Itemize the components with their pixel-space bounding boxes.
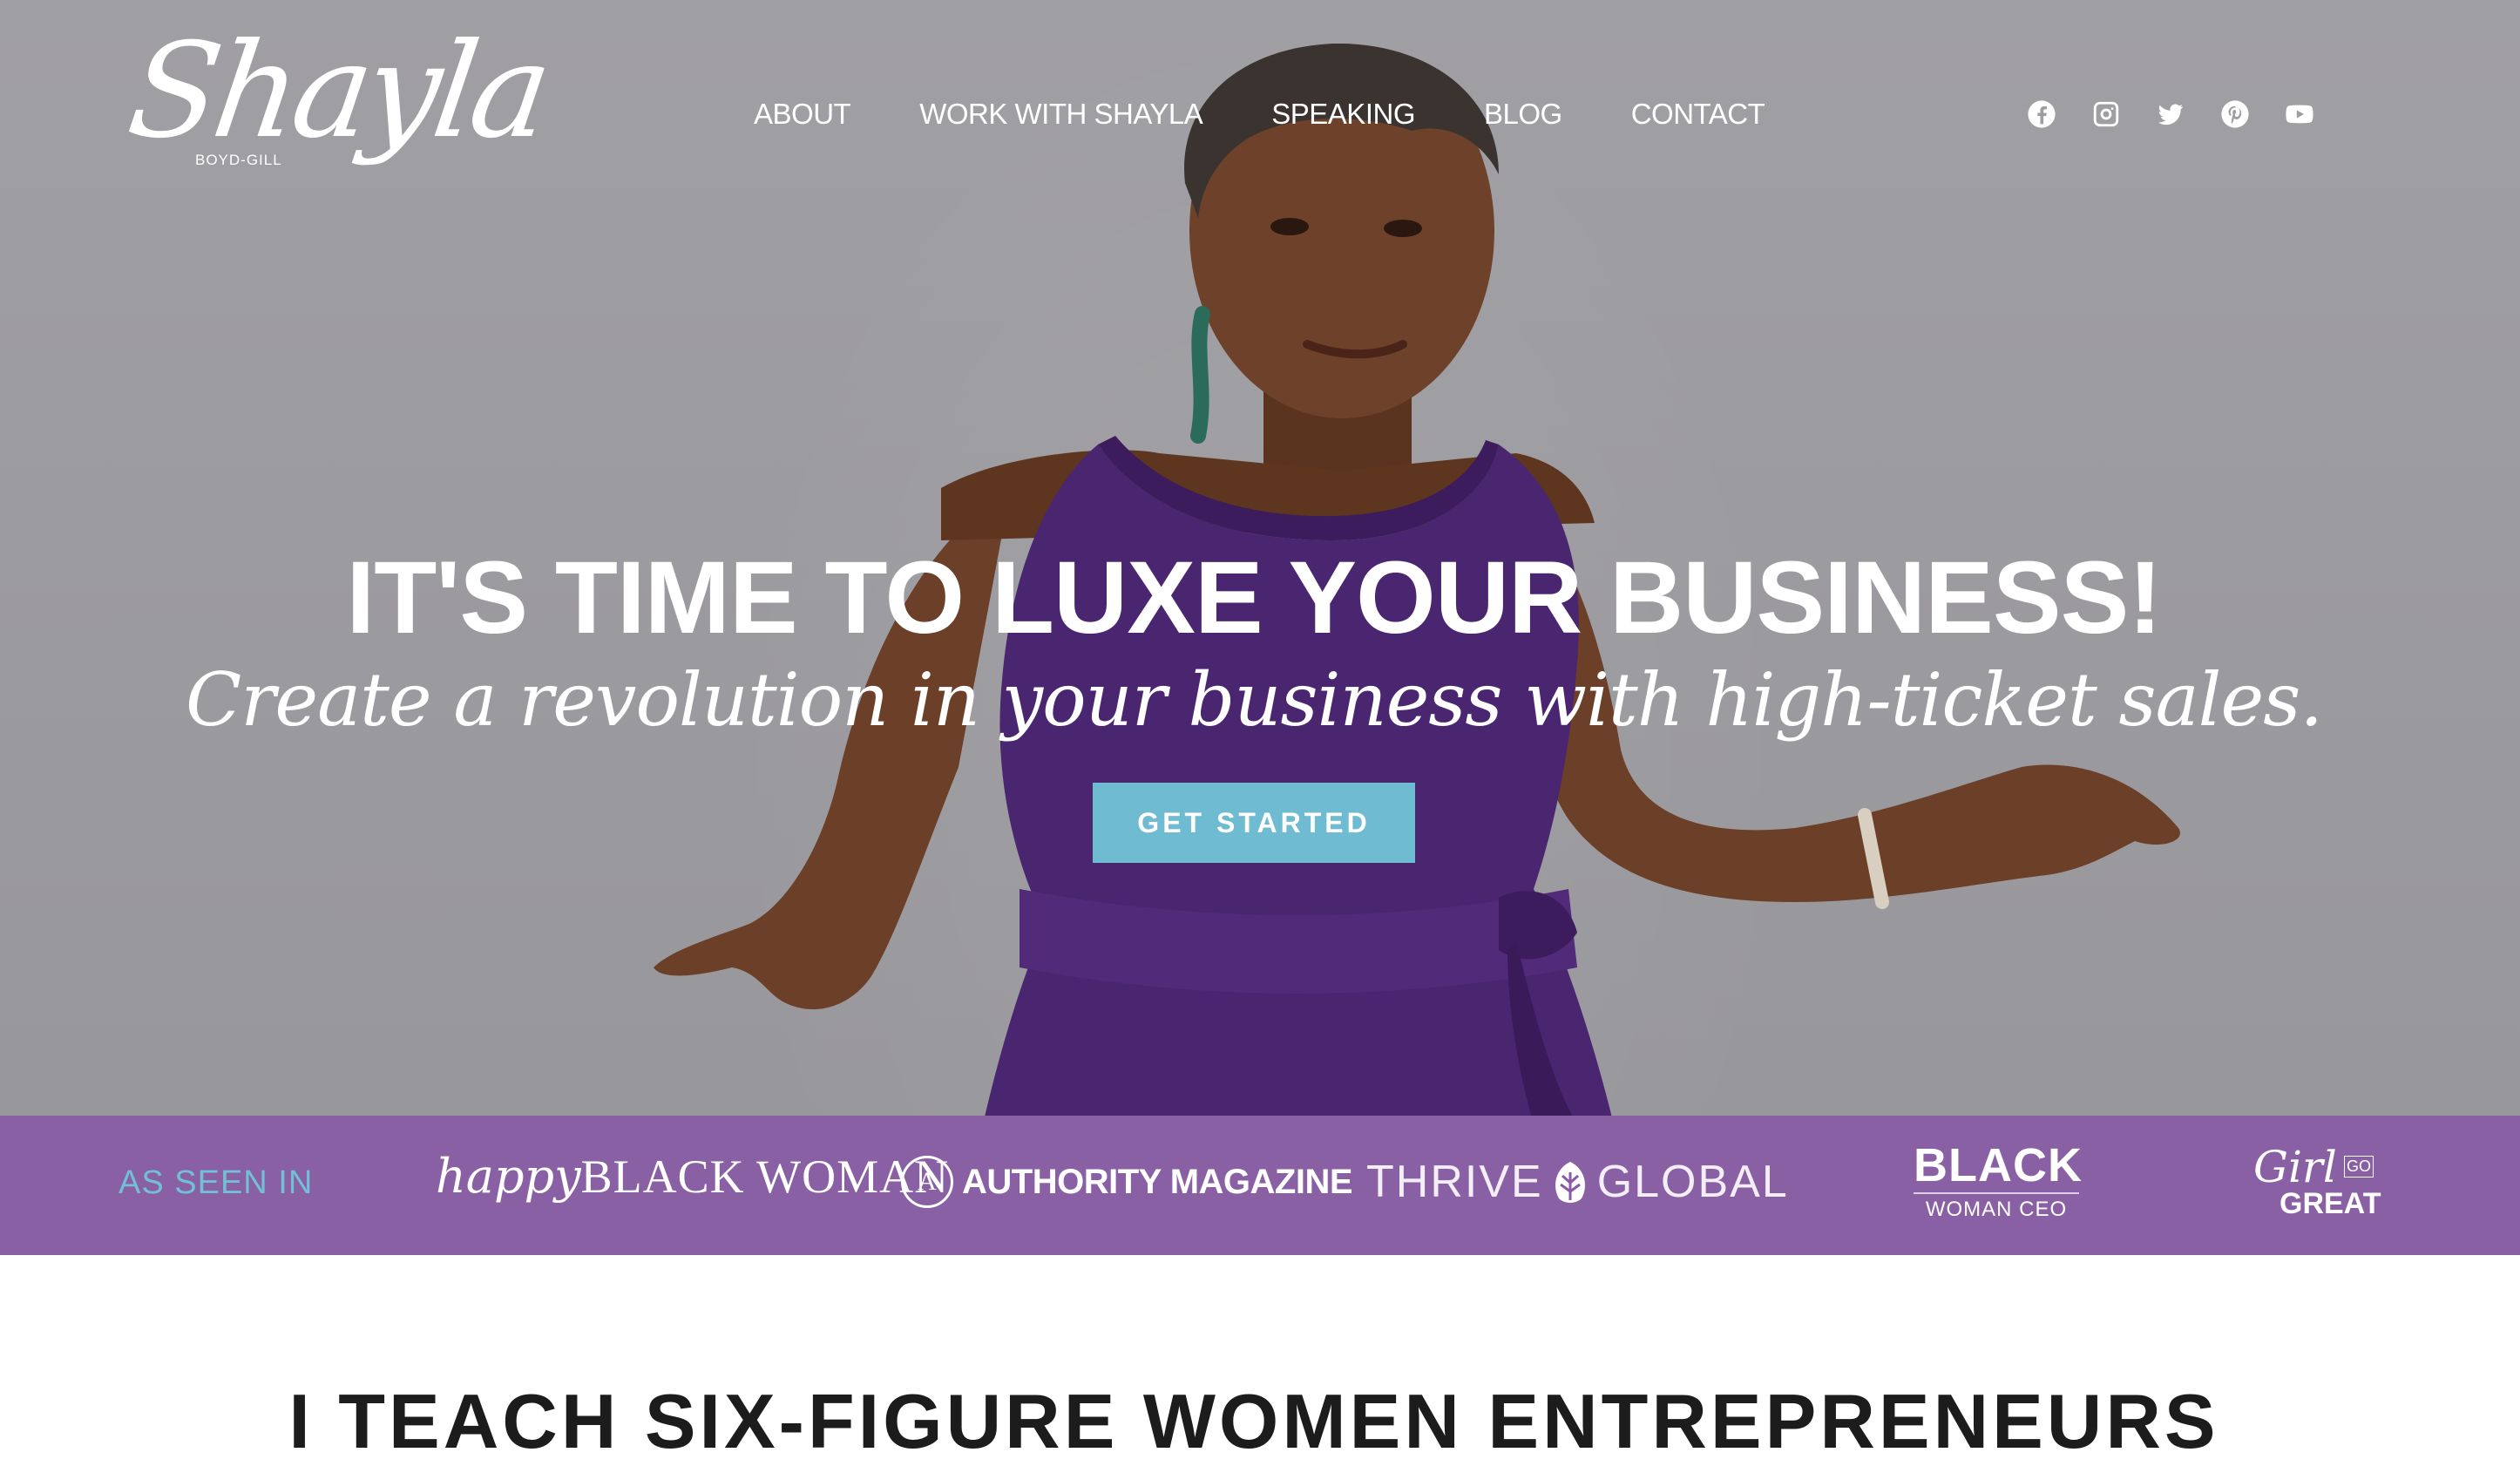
- thrive-text: THRIVE: [1366, 1157, 1543, 1207]
- get-started-button[interactable]: GET STARTED: [1093, 783, 1415, 863]
- site-logo[interactable]: Shayla BOYD-GILL: [120, 16, 555, 200]
- thrive-global-logo: THRIVE GLOBAL: [1366, 1156, 1789, 1208]
- girl-script: Girl: [2253, 1142, 2337, 1192]
- authority-magazine-logo: A AUTHORITY MAGAZINE: [901, 1156, 1353, 1208]
- section-heading: I TEACH SIX-FIGURE WOMEN ENTREPRENEURS: [288, 1378, 2219, 1464]
- twitter-icon[interactable]: [2156, 99, 2185, 129]
- hbw-script: happy: [436, 1149, 581, 1204]
- authority-badge-icon: A: [901, 1156, 953, 1208]
- nav-about[interactable]: ABOUT: [754, 98, 851, 131]
- go-badge: GO: [2344, 1156, 2374, 1178]
- happy-black-woman-logo: happyBLACK WOMAN: [436, 1149, 949, 1204]
- global-text: GLOBAL: [1596, 1157, 1789, 1207]
- black-woman-ceo-logo: BLACK WOMAN CEO: [1914, 1139, 2083, 1222]
- nav-blog[interactable]: BLOG: [1484, 98, 1562, 131]
- as-seen-in-band: AS SEEN IN happyBLACK WOMAN A AUTHORITY …: [0, 1116, 2520, 1255]
- instagram-icon[interactable]: [2091, 99, 2121, 129]
- great-text: GREAT: [2280, 1187, 2381, 1220]
- nav-work-with-shayla[interactable]: WORK WITH SHAYLA: [919, 98, 1203, 131]
- logo-script-text: Shayla: [119, 16, 556, 167]
- hero-subtitle: Create a revolution in your business wit…: [185, 657, 2323, 743]
- hbw-serif: BLACK WOMAN: [580, 1150, 950, 1203]
- main-navigation: ABOUT WORK WITH SHAYLA SPEAKING BLOG CON…: [754, 98, 1765, 131]
- authority-text: AUTHORITY MAGAZINE: [962, 1162, 1353, 1201]
- hero-section: Shayla BOYD-GILL ABOUT WORK WITH SHAYLA …: [0, 0, 2520, 1116]
- as-seen-in-label: AS SEEN IN: [119, 1164, 314, 1201]
- pinterest-icon[interactable]: [2220, 99, 2250, 129]
- bwceo-small: WOMAN CEO: [1914, 1192, 2079, 1222]
- bwceo-big: BLACK: [1914, 1139, 2083, 1191]
- youtube-icon[interactable]: [2285, 99, 2314, 129]
- leaf-icon: [1555, 1162, 1585, 1203]
- nav-speaking[interactable]: SPEAKING: [1271, 98, 1415, 131]
- social-links: [2027, 99, 2314, 129]
- facebook-icon[interactable]: [2027, 99, 2056, 129]
- nav-contact[interactable]: CONTACT: [1631, 98, 1765, 131]
- logo-subtitle: BOYD-GILL: [195, 152, 282, 168]
- hero-title: IT'S TIME TO LUXE YOUR BUSINESS!: [346, 540, 2162, 655]
- girl-go-be-great-logo: Girl GO GREAT: [2253, 1142, 2381, 1229]
